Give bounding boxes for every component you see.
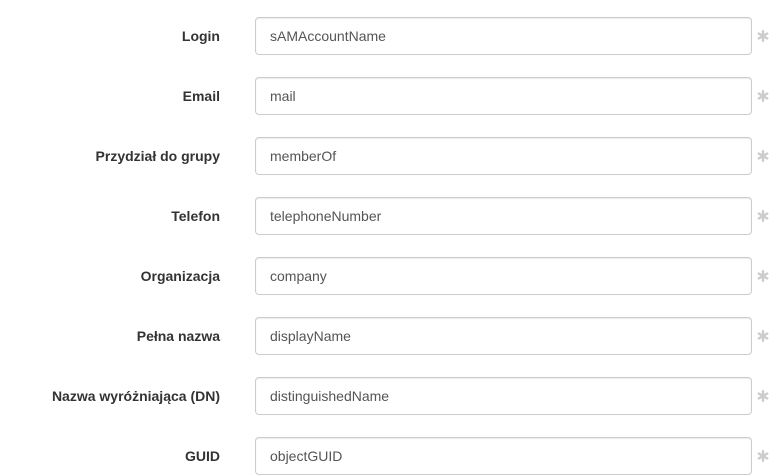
distinguished-name-label: Nazwa wyróżniająca (DN) xyxy=(51,388,220,404)
asterisk-icon xyxy=(757,30,769,42)
form-row-group-membership: Przydział do grupy xyxy=(0,137,770,175)
asterisk-icon xyxy=(757,210,769,222)
phone-label: Telefon xyxy=(171,208,220,224)
asterisk-icon xyxy=(757,150,769,162)
login-field[interactable] xyxy=(255,17,752,55)
email-label: Email xyxy=(182,88,220,104)
asterisk-icon xyxy=(757,390,769,402)
group-membership-field[interactable] xyxy=(255,137,752,175)
guid-field[interactable] xyxy=(255,437,752,475)
form-row-organization: Organizacja xyxy=(0,257,770,295)
phone-field[interactable] xyxy=(255,197,752,235)
group-membership-label: Przydział do grupy xyxy=(95,148,220,164)
form-row-email: Email xyxy=(0,77,770,115)
full-name-field[interactable] xyxy=(255,317,752,355)
asterisk-icon xyxy=(757,450,769,462)
login-label: Login xyxy=(181,28,220,44)
asterisk-icon xyxy=(757,90,769,102)
distinguished-name-field[interactable] xyxy=(255,377,752,415)
form-row-login: Login xyxy=(0,17,770,55)
asterisk-icon xyxy=(757,270,769,282)
form-row-distinguished-name: Nazwa wyróżniająca (DN) xyxy=(0,377,770,415)
email-field[interactable] xyxy=(255,77,752,115)
full-name-label: Pełna nazwa xyxy=(136,328,220,344)
organization-field[interactable] xyxy=(255,257,752,295)
form-row-guid: GUID xyxy=(0,437,770,475)
form-row-full-name: Pełna nazwa xyxy=(0,317,770,355)
guid-label: GUID xyxy=(185,448,220,464)
asterisk-icon xyxy=(757,330,769,342)
form-row-phone: Telefon xyxy=(0,197,770,235)
organization-label: Organizacja xyxy=(140,268,220,284)
